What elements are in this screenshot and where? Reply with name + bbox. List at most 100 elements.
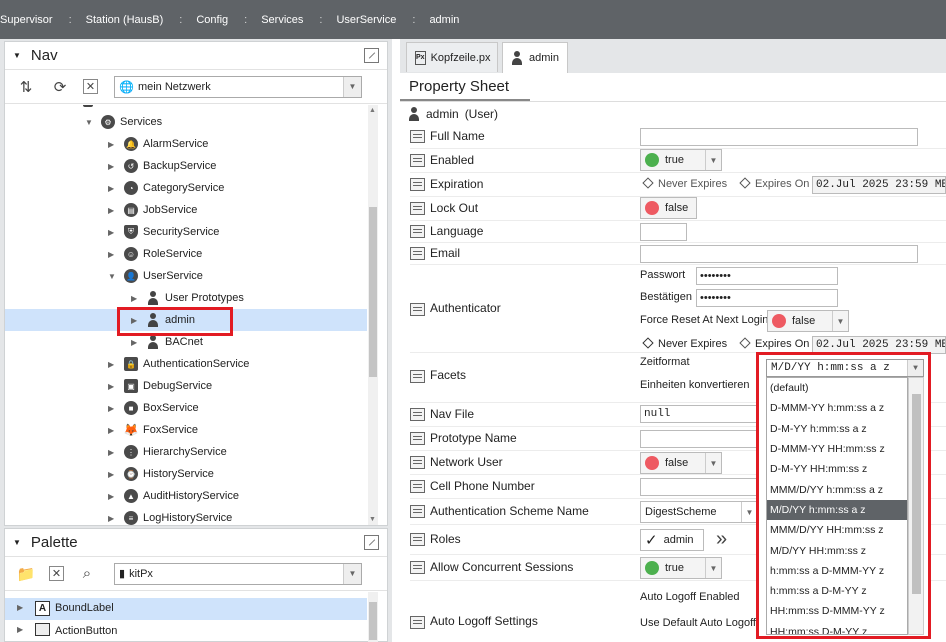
confirm-password-input[interactable]: ••••••••: [696, 289, 838, 307]
breadcrumb-supervisor[interactable]: Supervisor: [0, 14, 53, 26]
password-input[interactable]: ••••••••: [696, 267, 838, 285]
chevron-down-icon[interactable]: ▼: [705, 558, 721, 578]
zeitformat-option[interactable]: HH:mm:ss D-M-YY z: [767, 622, 907, 634]
expand-caret-icon[interactable]: ▶: [108, 448, 118, 457]
tree-node-jobservice[interactable]: ▶ ▤ JobService: [108, 199, 197, 221]
cell-phone-input[interactable]: [640, 478, 758, 496]
roles-field[interactable]: ✓ admin: [640, 529, 704, 551]
breadcrumb-config[interactable]: Config: [196, 14, 228, 26]
expand-caret-icon[interactable]: ▶: [108, 470, 118, 479]
auth-scheme-select[interactable]: DigestScheme ▼: [640, 501, 758, 523]
chevron-down-icon[interactable]: ▼: [832, 311, 848, 331]
tree-node-debugservice[interactable]: ▶ ▣ DebugService: [108, 375, 212, 397]
collapse-caret-icon[interactable]: ▼: [13, 51, 21, 60]
collapse-caret-icon[interactable]: ▼: [108, 272, 118, 281]
breadcrumb-admin[interactable]: admin: [429, 14, 459, 26]
nav-scrollbar[interactable]: ▲ ▼: [368, 105, 378, 525]
chevron-down-icon[interactable]: ▼: [705, 453, 721, 473]
collapse-caret-icon[interactable]: ▼: [85, 118, 95, 127]
zeitformat-option[interactable]: D-MMM-YY HH:mm:ss z: [767, 439, 907, 459]
tree-node-boxservice[interactable]: ▶ ■ BoxService: [108, 397, 199, 419]
zeitformat-option[interactable]: D-M-YY h:mm:ss a z: [767, 419, 907, 439]
nav-scrollbar-thumb[interactable]: [369, 207, 377, 377]
close-box-icon[interactable]: ✕: [49, 566, 64, 581]
zeitformat-option[interactable]: D-MMM-YY h:mm:ss a z: [767, 398, 907, 418]
expand-caret-icon[interactable]: ▶: [108, 206, 118, 215]
language-input[interactable]: [640, 223, 687, 241]
tree-node-backupservice[interactable]: ▶ ↺ BackupService: [108, 155, 216, 177]
close-box-icon[interactable]: ✕: [83, 79, 98, 94]
zeitformat-option[interactable]: h:mm:ss a D-MMM-YY z: [767, 561, 907, 581]
zeitformat-select[interactable]: M/D/YY h:mm:ss a z ▼: [766, 359, 924, 377]
refresh-icon[interactable]: ⟳: [49, 76, 71, 98]
sync-arrows-icon[interactable]: ⇅: [15, 76, 37, 98]
email-input[interactable]: [640, 245, 918, 263]
tree-node-services[interactable]: ▼ ⚙ Services: [85, 111, 162, 133]
maximize-icon[interactable]: [364, 48, 379, 63]
tree-node-user-prototypes[interactable]: ▶ User Prototypes: [131, 287, 244, 309]
zeitformat-option[interactable]: (default): [767, 378, 907, 398]
network-select[interactable]: 🌐 mein Netzwerk ▼: [114, 75, 362, 98]
tree-node-securityservice[interactable]: ▶ ⛨ SecurityService: [108, 221, 219, 243]
zeitformat-option[interactable]: M/D/YY h:mm:ss a z: [767, 499, 907, 521]
palette-scrollbar-thumb[interactable]: [369, 602, 377, 640]
chevron-down-icon[interactable]: ▼: [907, 360, 923, 376]
root-node[interactable]: admin (User): [408, 107, 498, 121]
tree-node-audithistoryservice[interactable]: ▶ ▲ AuditHistoryService: [108, 485, 239, 507]
tree-node-foxservice[interactable]: ▶ 🦊 FoxService: [108, 419, 198, 441]
zeitformat-option[interactable]: h:mm:ss a D-M-YY z: [767, 581, 907, 601]
maximize-icon[interactable]: [364, 535, 379, 550]
chevron-down-icon[interactable]: ▼: [343, 76, 361, 97]
auth-expires-on-radio[interactable]: Expires On: [739, 337, 809, 350]
zeitformat-option[interactable]: D-M-YY HH:mm:ss z: [767, 459, 907, 479]
chevron-down-icon[interactable]: ▼: [705, 150, 721, 170]
expand-caret-icon[interactable]: ▶: [17, 603, 23, 612]
zeitformat-option[interactable]: HH:mm:ss D-MMM-YY z: [767, 601, 907, 621]
never-expires-radio[interactable]: Never Expires: [642, 177, 727, 190]
scroll-up-icon[interactable]: ▲: [369, 107, 376, 114]
tab-kopfzeile[interactable]: Px Kopfzeile.px: [406, 42, 498, 72]
nav-file-input[interactable]: null: [640, 405, 758, 423]
expand-caret-icon[interactable]: ▶: [17, 625, 23, 634]
expand-caret-icon[interactable]: ▶: [108, 140, 118, 149]
network-user-select[interactable]: false ▼: [640, 452, 722, 474]
scroll-down-icon[interactable]: ▼: [369, 516, 376, 523]
zeitformat-option[interactable]: MMM/D/YY HH:mm:ss z: [767, 520, 907, 540]
auth-never-expires-radio[interactable]: Never Expires: [642, 337, 727, 350]
expand-caret-icon[interactable]: ▶: [131, 338, 141, 347]
expand-caret-icon[interactable]: ▶: [108, 184, 118, 193]
folder-icon[interactable]: 📁: [15, 563, 37, 585]
tree-node-categoryservice[interactable]: ▶ ◔ CategoryService: [108, 177, 224, 199]
collapse-caret-icon[interactable]: ▼: [13, 538, 21, 547]
concurrent-sessions-select[interactable]: true ▼: [640, 557, 722, 579]
expand-caret-icon[interactable]: ▶: [108, 514, 118, 523]
module-select[interactable]: ▮ kitPx ▼: [114, 562, 362, 585]
tree-node-userservice[interactable]: ▼ 👤 UserService: [108, 265, 203, 287]
lockout-toggle[interactable]: false: [640, 197, 697, 219]
enabled-select[interactable]: true ▼: [640, 149, 722, 171]
expiration-date-input[interactable]: 02.Jul 2025 23:59 ME: [812, 176, 946, 194]
zeitformat-option[interactable]: MMM/D/YY h:mm:ss a z: [767, 479, 907, 499]
double-chevron-right-icon[interactable]: »: [716, 528, 727, 551]
expand-caret-icon[interactable]: ▶: [108, 382, 118, 391]
expand-caret-icon[interactable]: ▶: [108, 426, 118, 435]
tree-node-historyservice[interactable]: ▶ ⌚ HistoryService: [108, 463, 214, 485]
chevron-down-icon[interactable]: ▼: [343, 563, 361, 584]
prototype-name-input[interactable]: [640, 430, 758, 448]
expand-caret-icon[interactable]: ▶: [108, 404, 118, 413]
dropdown-scrollbar-thumb[interactable]: [912, 394, 921, 594]
breadcrumb-station[interactable]: Station (HausB): [86, 14, 164, 26]
tree-node-authenticationservice[interactable]: ▶ 🔒 AuthenticationService: [108, 353, 249, 375]
palette-scrollbar[interactable]: [368, 592, 378, 642]
breadcrumb-userservice[interactable]: UserService: [336, 14, 396, 26]
palette-item-actionbutton[interactable]: ▶ ActionButton: [5, 620, 367, 642]
expand-caret-icon[interactable]: ▶: [108, 162, 118, 171]
full-name-input[interactable]: [640, 128, 918, 146]
tab-admin[interactable]: admin: [502, 42, 568, 73]
tree-node-alarmservice[interactable]: ▶ 🔔 AlarmService: [108, 133, 208, 155]
chevron-down-icon[interactable]: ▼: [741, 502, 757, 522]
expand-caret-icon[interactable]: ▶: [108, 228, 118, 237]
tree-node-hierarchyservice[interactable]: ▶ ⋮ HierarchyService: [108, 441, 227, 463]
force-reset-select[interactable]: false ▼: [767, 310, 849, 332]
zeitformat-dropdown[interactable]: M/D/YY h:mm:ss a z ▼ (default) D-MMM-YY h…: [756, 352, 931, 639]
